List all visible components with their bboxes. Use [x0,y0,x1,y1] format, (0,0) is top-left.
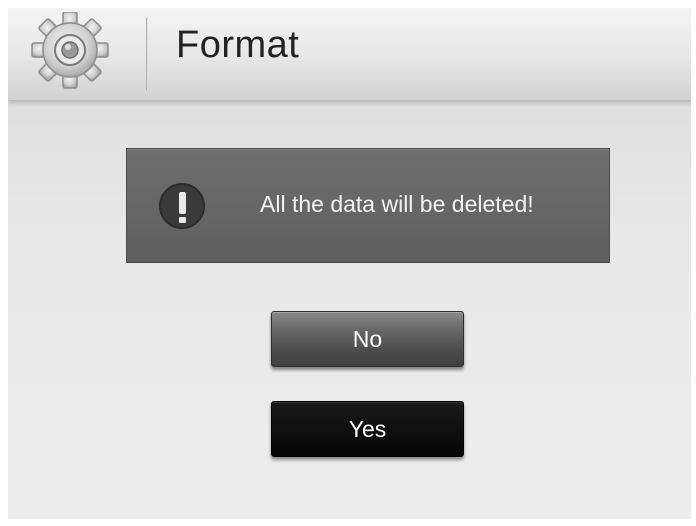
header-divider [146,18,148,90]
format-screen: Format All the data will be deleted! No … [8,8,691,519]
page-title: Format [176,24,300,66]
warning-message-box: All the data will be deleted! [126,148,610,263]
gear-icon [20,11,130,92]
no-button[interactable]: No [271,311,464,367]
header-bar: Format [8,8,691,101]
yes-button[interactable]: Yes [271,401,464,457]
warning-message: All the data will be deleted! [260,191,534,217]
exclamation-icon [159,183,205,229]
